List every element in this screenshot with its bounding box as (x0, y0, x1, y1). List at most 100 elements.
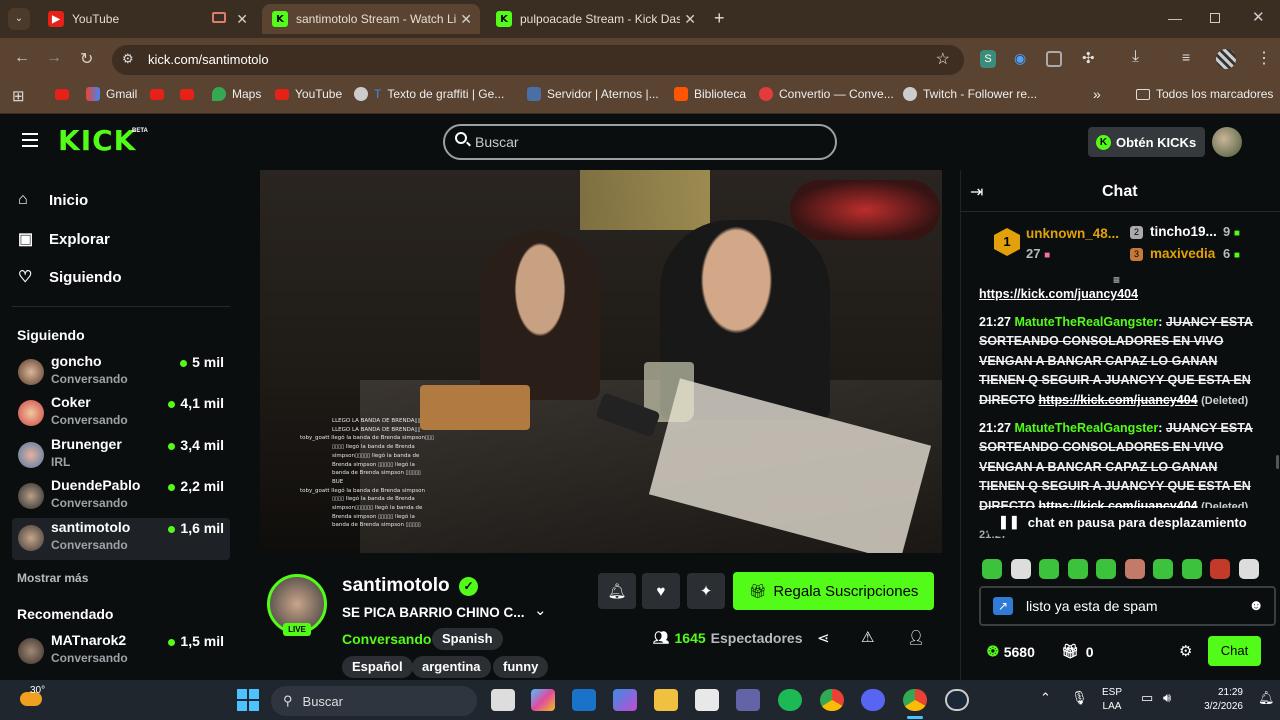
chrome-icon[interactable] (820, 689, 844, 711)
subs-display[interactable]: 🎁︎ 0 (1061, 643, 1094, 660)
chrome-active-icon[interactable] (903, 689, 927, 711)
message-user[interactable]: MatuteTheRealGangster (1014, 315, 1158, 329)
sidebar-recommended-matnarok2[interactable]: MATnarok2 Conversando 1,5 mil (12, 631, 230, 673)
leaderboard-name[interactable]: unknown_48... (1026, 226, 1119, 241)
tray-chevron-icon[interactable]: ⌃ (1040, 690, 1051, 706)
chat-input[interactable]: ↗ listo ya esta de spam ☻ (979, 586, 1276, 626)
sidebar-following-brunenger[interactable]: Brunenger IRL 3,4 mil (12, 435, 230, 477)
share-icon[interactable]: ⋖ (817, 629, 830, 647)
user-avatar[interactable] (1212, 127, 1242, 157)
bookmark-gmail[interactable]: Gmail (86, 87, 137, 101)
report-icon[interactable]: ⚠ (861, 628, 874, 646)
add-friend-icon[interactable]: 👤︎ (907, 629, 925, 646)
youtube-icon[interactable] (55, 89, 69, 100)
new-tab-button[interactable]: + (714, 8, 725, 29)
sidebar-following-duendepablo[interactable]: DuendePablo Conversando 2,2 mil (12, 476, 230, 518)
chat-paused-banner[interactable]: ❚❚ chat en pausa para desplazamiento (988, 508, 1254, 536)
message-user[interactable]: MatuteTheRealGangster (1014, 421, 1158, 435)
get-kicks-button[interactable]: K Obtén KICKs (1088, 127, 1205, 157)
restore-icon[interactable] (1210, 13, 1220, 23)
tab-youtube[interactable]: ▶ YouTube ✕ (38, 4, 256, 34)
notification-bell-button[interactable]: 🔔︎ (598, 573, 636, 609)
sparkle-button[interactable]: ✦ (687, 573, 725, 609)
chevron-down-icon[interactable]: ⌄ (534, 601, 547, 619)
bookmark-twitch[interactable]: Twitch - Follower re... (903, 87, 1037, 101)
bookmark-maps[interactable]: Maps (212, 87, 261, 101)
sidebar-following-coker[interactable]: Coker Conversando 4,1 mil (12, 393, 230, 435)
store-icon[interactable] (695, 689, 719, 711)
collapse-chat-icon[interactable]: ⇥ (970, 182, 983, 202)
youtube-icon[interactable] (180, 89, 194, 100)
show-more-link[interactable]: Mostrar más (17, 571, 88, 585)
bookmark-convertio[interactable]: Convertio — Conve... (759, 87, 894, 101)
nav-siguiendo[interactable]: ♡ Siguiendo (18, 267, 122, 287)
video-player[interactable]: LLEGO LA BANDA DE BRENDA▯▯ LLEGO LA BAND… (260, 170, 942, 553)
leaderboard-name[interactable]: tincho19... (1150, 224, 1217, 239)
emote-icon[interactable] (982, 559, 1002, 579)
media-icon[interactable]: ≡ (1182, 49, 1190, 65)
steam-icon[interactable] (945, 689, 969, 711)
folder-icon[interactable] (654, 689, 678, 711)
emote-icon[interactable] (1153, 559, 1173, 579)
emoji-icon[interactable]: ☻ (1248, 597, 1264, 614)
sidebar-following-goncho[interactable]: goncho Conversando 5 mil (12, 352, 230, 394)
outlook-icon[interactable] (572, 689, 596, 711)
network-icon[interactable]: ▭ (1141, 690, 1153, 706)
address-bar[interactable]: ⚙ kick.com/santimotolo ☆ (112, 45, 964, 75)
forward-icon[interactable]: → (46, 49, 62, 67)
sidebar-following-santimotolo[interactable]: santimotolo Conversando 1,6 mil (12, 518, 230, 560)
nav-inicio[interactable]: ⌂ Inicio (18, 191, 88, 209)
emote-icon[interactable] (1239, 559, 1259, 579)
microphone-icon[interactable]: 🎙︎ (1071, 690, 1088, 706)
message-link[interactable]: https://kick.com/juancy404 (1039, 393, 1198, 407)
emote-icon[interactable] (1011, 559, 1031, 579)
all-bookmarks-folder[interactable]: Todos los marcadores (1136, 87, 1273, 101)
emote-icon[interactable] (1182, 559, 1202, 579)
emote-icon[interactable] (1039, 559, 1059, 579)
language-tag[interactable]: Spanish (432, 628, 503, 650)
menu-icon[interactable]: ⋮ (1256, 48, 1272, 68)
bookmark-graffiti[interactable]: T Texto de graffiti | Ge... (354, 87, 504, 101)
reload-icon[interactable]: ↻ (80, 49, 93, 69)
discord-icon[interactable] (861, 689, 885, 711)
tab-pulpoacade[interactable]: K pulpoacade Stream - Kick Dash ✕ (486, 4, 704, 34)
channel-name[interactable]: santimotolo (342, 575, 450, 597)
leaderboard-name[interactable]: maxivedia (1150, 246, 1215, 261)
notification-icon[interactable]: 🔔︎ (1258, 690, 1275, 706)
site-info-icon[interactable]: ⚙ (122, 51, 134, 67)
bookmark-biblioteca[interactable]: Biblioteca (674, 87, 746, 101)
volume-icon[interactable]: 🔊︎ (1163, 690, 1171, 706)
download-icon[interactable]: ⤓ (1132, 48, 1139, 66)
emote-icon[interactable] (1210, 559, 1230, 579)
bookmark-star-icon[interactable]: ☆ (936, 49, 950, 69)
nav-explorar[interactable]: ▣ Explorar (18, 229, 110, 249)
tab-santimotolo[interactable]: K santimotolo Stream - Watch Liv ✕ (262, 4, 480, 34)
bookmark-youtube[interactable]: YouTube (275, 87, 342, 101)
extension-icon[interactable]: ◉ (1014, 50, 1026, 67)
bookmark-aternos[interactable]: Servidor | Aternos |... (527, 87, 659, 101)
tag-argentina[interactable]: argentina (412, 656, 491, 678)
file-explorer-icon[interactable] (491, 689, 515, 711)
points-display[interactable]: ❂ 5680 (987, 643, 1035, 660)
copilot-icon[interactable] (531, 689, 555, 711)
windows-start-icon[interactable] (237, 689, 259, 711)
close-window-icon[interactable]: ✕ (1252, 8, 1265, 26)
kick-logo[interactable]: KICK (58, 124, 136, 157)
extensions-puzzle-icon[interactable]: ✣ (1082, 49, 1095, 67)
profile-avatar[interactable] (1216, 49, 1236, 69)
teams-icon[interactable] (736, 689, 760, 711)
gift-subs-button[interactable]: 🎁︎ Regala Suscripciones (733, 572, 934, 610)
youtube-icon[interactable] (150, 89, 164, 100)
tag-funny[interactable]: funny (493, 656, 549, 678)
spotify-icon[interactable] (778, 689, 802, 711)
minimize-icon[interactable]: — (1168, 10, 1182, 26)
follow-heart-button[interactable]: ♥ (642, 573, 680, 609)
extension-icon[interactable]: S (980, 50, 996, 68)
extension-icon[interactable] (1046, 51, 1062, 67)
stream-category[interactable]: Conversando (342, 631, 431, 647)
more-bookmarks-icon[interactable]: » (1093, 86, 1101, 102)
tab-search-button[interactable]: ⌄ (8, 8, 30, 30)
chat-scrollbar[interactable] (1276, 455, 1279, 469)
close-tab-icon[interactable]: ✕ (460, 11, 472, 28)
apps-grid-icon[interactable]: ⊞ (12, 87, 25, 105)
